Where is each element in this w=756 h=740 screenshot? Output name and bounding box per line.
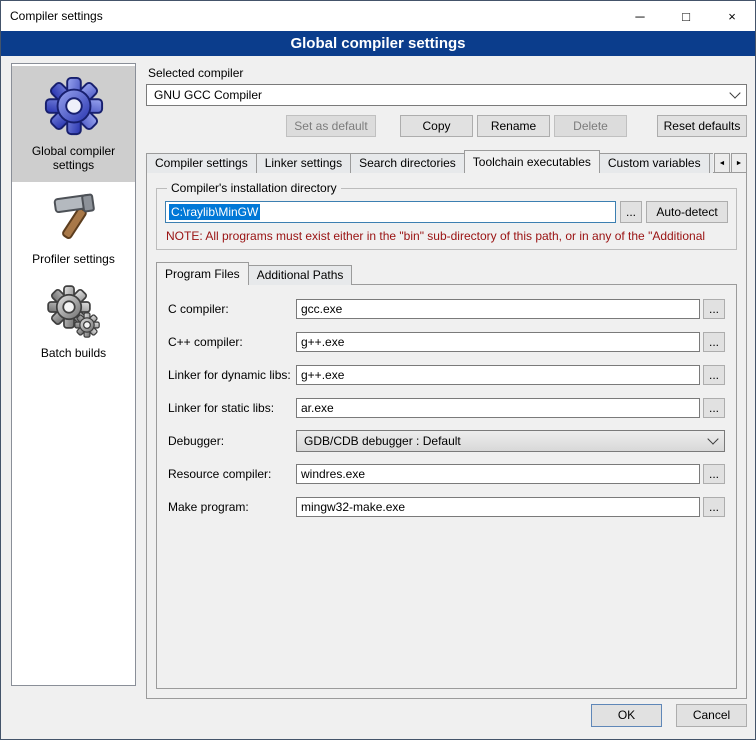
tab-program-files[interactable]: Program Files — [156, 262, 249, 285]
ok-button[interactable]: OK — [591, 704, 662, 727]
program-files-tab-strip: Program Files Additional Paths — [156, 262, 737, 285]
selected-compiler-label: Selected compiler — [148, 66, 747, 80]
cpp-compiler-label: C++ compiler: — [168, 335, 296, 349]
hammer-icon — [47, 191, 101, 245]
resource-compiler-browse-button[interactable]: ... — [703, 464, 725, 484]
directory-note: NOTE: All programs must exist either in … — [166, 229, 728, 243]
auto-detect-button[interactable]: Auto-detect — [646, 201, 728, 223]
sidebar-item-batch-builds[interactable]: Batch builds — [12, 276, 135, 370]
selected-compiler-value: GNU GCC Compiler — [154, 88, 262, 102]
debugger-value: GDB/CDB debugger : Default — [304, 434, 461, 448]
tab-compiler-settings[interactable]: Compiler settings — [146, 153, 257, 173]
tab-custom-variables[interactable]: Custom variables — [599, 153, 710, 173]
sidebar-item-profiler-settings[interactable]: Profiler settings — [12, 182, 135, 276]
tab-scroll-left-icon[interactable]: ◄ — [714, 153, 730, 173]
titlebar: Compiler settings ─ □ × — [1, 1, 755, 31]
debugger-label: Debugger: — [168, 434, 296, 448]
chevron-down-icon — [707, 433, 718, 444]
c-compiler-label: C compiler: — [168, 302, 296, 316]
window-title: Compiler settings — [1, 9, 103, 23]
toolchain-executables-panel: Compiler's installation directory C:\ray… — [146, 172, 747, 699]
static-linker-browse-button[interactable]: ... — [703, 398, 725, 418]
reset-defaults-button[interactable]: Reset defaults — [657, 115, 747, 137]
installation-directory-input[interactable]: C:\raylib\MinGW — [165, 201, 616, 223]
settings-sidebar: Global compiler settings Profiler settin… — [11, 63, 136, 686]
tab-scroll-right-icon[interactable]: ► — [731, 153, 747, 173]
make-program-label: Make program: — [168, 500, 296, 514]
rename-button[interactable]: Rename — [477, 115, 550, 137]
blue-gear-icon — [43, 75, 105, 137]
cpp-compiler-input[interactable] — [296, 332, 700, 352]
tab-toolchain-executables[interactable]: Toolchain executables — [464, 150, 600, 173]
set-as-default-button[interactable]: Set as default — [286, 115, 376, 137]
cancel-button[interactable]: Cancel — [676, 704, 747, 727]
sidebar-item-label: Global compiler settings — [16, 144, 131, 172]
settings-tab-strip: Compiler settings Linker settings Search… — [146, 150, 747, 173]
delete-button[interactable]: Delete — [554, 115, 627, 137]
debugger-dropdown[interactable]: GDB/CDB debugger : Default — [296, 430, 725, 452]
tab-scroll-buttons: ◄ ► — [713, 153, 747, 173]
window-controls: ─ □ × — [617, 1, 755, 31]
maximize-button[interactable]: □ — [663, 1, 709, 31]
sidebar-item-label: Profiler settings — [32, 252, 115, 266]
dialog-footer: OK Cancel — [1, 699, 755, 739]
c-compiler-browse-button[interactable]: ... — [703, 299, 725, 319]
static-linker-label: Linker for static libs: — [168, 401, 296, 415]
close-button[interactable]: × — [709, 1, 755, 31]
sidebar-item-global-compiler-settings[interactable]: Global compiler settings — [12, 66, 135, 182]
installation-directory-label: Compiler's installation directory — [167, 181, 341, 195]
gray-gears-icon — [47, 285, 101, 339]
chevron-down-icon — [729, 87, 740, 98]
dynamic-linker-browse-button[interactable]: ... — [703, 365, 725, 385]
tab-search-directories[interactable]: Search directories — [350, 153, 465, 173]
browse-directory-button[interactable]: ... — [620, 201, 642, 223]
compiler-settings-window: Compiler settings ─ □ × Global compiler … — [0, 0, 756, 740]
program-files-panel: C compiler: ... C++ compiler: ... Linker… — [156, 284, 737, 689]
sidebar-item-label: Batch builds — [41, 346, 106, 360]
c-compiler-input[interactable] — [296, 299, 700, 319]
static-linker-input[interactable] — [296, 398, 700, 418]
resource-compiler-input[interactable] — [296, 464, 700, 484]
make-program-input[interactable] — [296, 497, 700, 517]
copy-button[interactable]: Copy — [400, 115, 473, 137]
dynamic-linker-label: Linker for dynamic libs: — [168, 368, 296, 382]
resource-compiler-label: Resource compiler: — [168, 467, 296, 481]
make-program-browse-button[interactable]: ... — [703, 497, 725, 517]
dynamic-linker-input[interactable] — [296, 365, 700, 385]
installation-directory-group: Compiler's installation directory C:\ray… — [156, 181, 737, 250]
installation-directory-value: C:\raylib\MinGW — [169, 204, 260, 220]
cpp-compiler-browse-button[interactable]: ... — [703, 332, 725, 352]
minimize-button[interactable]: ─ — [617, 1, 663, 31]
tab-additional-paths[interactable]: Additional Paths — [248, 265, 353, 285]
compiler-actions-row: Set as default Copy Rename Delete Reset … — [146, 115, 747, 137]
selected-compiler-dropdown[interactable]: GNU GCC Compiler — [146, 84, 747, 106]
page-title: Global compiler settings — [1, 31, 755, 56]
tab-linker-settings[interactable]: Linker settings — [256, 153, 351, 173]
